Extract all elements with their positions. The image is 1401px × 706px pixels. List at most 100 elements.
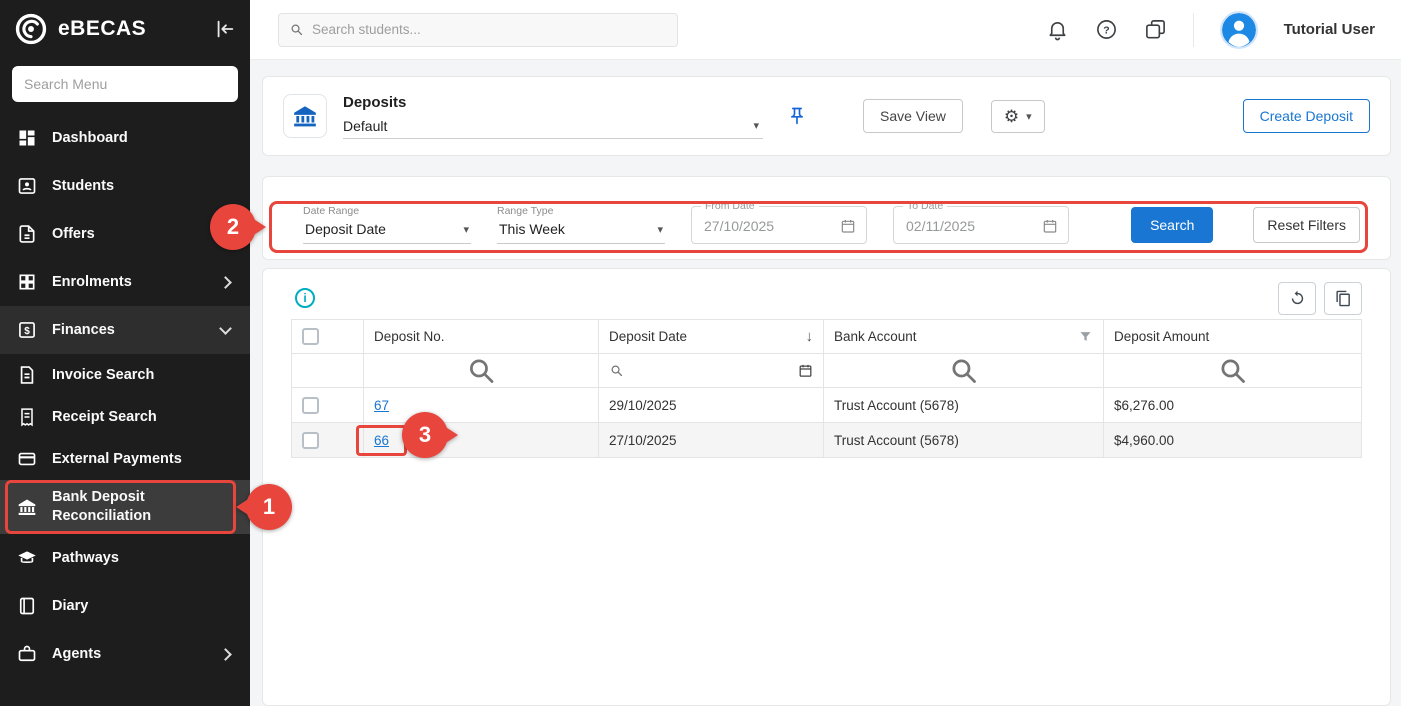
filter-bank-account[interactable] (824, 354, 1104, 388)
filter-row: Date Range Deposit Date ▾ Range Type Thi… (303, 205, 1360, 244)
sort-descending-icon[interactable]: ↓ (806, 328, 814, 345)
calendar-icon[interactable] (798, 363, 813, 378)
to-date-label: To Date (903, 200, 947, 212)
collapse-sidebar-icon[interactable] (214, 18, 236, 40)
multi-window-icon[interactable] (1144, 18, 1167, 41)
bank-account-cell: Trust Account (5678) (824, 388, 1104, 423)
ebecas-logo-icon (14, 12, 48, 46)
row-checkbox[interactable] (302, 397, 319, 414)
notifications-bell-icon[interactable] (1046, 18, 1069, 41)
col-bank-account[interactable]: Bank Account (824, 320, 1104, 354)
sidebar-item-finances[interactable]: $ Finances (0, 306, 250, 354)
reset-filters-button[interactable]: Reset Filters (1253, 207, 1360, 243)
invoice-icon (16, 365, 38, 385)
page-title: Deposits (343, 94, 763, 111)
deposits-table: Deposit No. Deposit Date ↓ Bank Account (291, 319, 1362, 458)
view-select[interactable]: Default ▾ (343, 118, 763, 139)
range-type-select[interactable]: Range Type This Week ▾ (497, 205, 665, 244)
deposit-no-cell: 67 (364, 388, 599, 423)
credit-card-icon (16, 449, 38, 469)
sidebar-item-dashboard[interactable]: Dashboard (0, 114, 250, 162)
sidebar-item-offers[interactable]: Offers (0, 210, 250, 258)
deposits-header-card: Deposits Default ▾ Save View ⚙ ▾ Create … (262, 76, 1391, 156)
from-date-field[interactable]: From Date 27/10/2025 (691, 206, 867, 244)
copy-button[interactable] (1324, 282, 1362, 315)
col-deposit-date[interactable]: Deposit Date ↓ (599, 320, 824, 354)
save-view-button[interactable]: Save View (863, 99, 963, 133)
table-utility-row: i (291, 281, 1362, 315)
graduation-cap-icon (16, 548, 38, 568)
sidebar-item-diary[interactable]: Diary (0, 582, 250, 630)
search-icon (834, 354, 1093, 387)
sidebar-header: eBECAS (0, 0, 250, 58)
view-select-value: Default (343, 118, 387, 134)
filter-deposit-amount[interactable] (1104, 354, 1362, 388)
topbar-divider (1193, 13, 1194, 47)
select-all-cell (292, 320, 364, 354)
deposit-no-link[interactable]: 66 (374, 433, 389, 448)
chevron-right-icon (219, 648, 232, 661)
receipt-icon (16, 407, 38, 427)
sidebar-item-enrolments[interactable]: Enrolments (0, 258, 250, 306)
user-avatar[interactable] (1220, 11, 1258, 49)
help-icon[interactable]: ? (1095, 18, 1118, 41)
sidebar-item-bank-deposit-reconciliation[interactable]: Bank Deposit Reconciliation (0, 480, 250, 534)
deposit-amount-cell: $4,960.00 (1104, 423, 1362, 458)
from-date-value: 27/10/2025 (704, 218, 774, 234)
title-and-view: Deposits Default ▾ (343, 94, 763, 139)
filter-deposit-no[interactable] (364, 354, 599, 388)
settings-dropdown-button[interactable]: ⚙ ▾ (991, 100, 1045, 133)
enrolments-icon (16, 272, 38, 292)
gear-icon: ⚙ (1004, 108, 1019, 125)
sidebar-item-receipt-search[interactable]: Receipt Search (0, 396, 250, 438)
to-date-field[interactable]: To Date 02/11/2025 (893, 206, 1069, 244)
deposit-date-cell: 29/10/2025 (599, 388, 824, 423)
date-range-value: Deposit Date (305, 221, 386, 237)
bank-account-cell: Trust Account (5678) (824, 423, 1104, 458)
caret-down-icon: ▾ (463, 223, 469, 236)
caret-down-icon: ▾ (1026, 110, 1032, 123)
bank-icon (283, 94, 327, 138)
date-range-label: Date Range (303, 205, 471, 217)
svg-text:?: ? (1103, 24, 1109, 36)
info-icon[interactable]: i (295, 288, 315, 308)
sidebar: eBECAS Dashboard Students Offers Enrolme… (0, 0, 250, 706)
finances-icon: $ (16, 320, 38, 340)
pin-view-icon[interactable] (787, 106, 807, 126)
sidebar-item-label: Pathways (52, 548, 234, 568)
refresh-icon (1289, 290, 1306, 307)
sidebar-nav: Dashboard Students Offers Enrolments $ F… (0, 114, 250, 706)
filter-funnel-icon[interactable] (1078, 329, 1093, 344)
sidebar-item-label: Dashboard (52, 128, 234, 148)
sidebar-item-label: Receipt Search (52, 407, 234, 427)
calendar-icon[interactable] (840, 218, 856, 234)
row-checkbox[interactable] (302, 432, 319, 449)
deposit-date-cell: 27/10/2025 (599, 423, 824, 458)
sidebar-item-invoice-search[interactable]: Invoice Search (0, 354, 250, 396)
calendar-icon[interactable] (1042, 218, 1058, 234)
refresh-button[interactable] (1278, 282, 1316, 315)
student-search-input[interactable] (312, 22, 667, 37)
date-range-select[interactable]: Date Range Deposit Date ▾ (303, 205, 471, 244)
sidebar-item-students[interactable]: Students (0, 162, 250, 210)
col-deposit-no[interactable]: Deposit No. (364, 320, 599, 354)
sidebar-item-label: Invoice Search (52, 365, 234, 385)
search-icon (289, 22, 304, 37)
sidebar-search-input[interactable] (12, 66, 238, 102)
chevron-down-icon (219, 322, 232, 335)
search-icon (1114, 354, 1351, 387)
sidebar-item-agents[interactable]: Agents (0, 630, 250, 678)
sidebar-item-pathways[interactable]: Pathways (0, 534, 250, 582)
student-search[interactable] (278, 13, 678, 47)
select-all-checkbox[interactable] (302, 328, 319, 345)
filter-deposit-date[interactable] (599, 354, 824, 388)
sidebar-item-label: Students (52, 176, 234, 196)
caret-down-icon: ▾ (657, 223, 663, 236)
app-title: eBECAS (58, 17, 146, 41)
deposit-no-link[interactable]: 67 (374, 398, 389, 413)
col-deposit-amount[interactable]: Deposit Amount (1104, 320, 1362, 354)
sidebar-item-external-payments[interactable]: External Payments (0, 438, 250, 480)
table-header-row: Deposit No. Deposit Date ↓ Bank Account (292, 320, 1362, 354)
search-button[interactable]: Search (1131, 207, 1213, 243)
create-deposit-button[interactable]: Create Deposit (1243, 99, 1370, 133)
